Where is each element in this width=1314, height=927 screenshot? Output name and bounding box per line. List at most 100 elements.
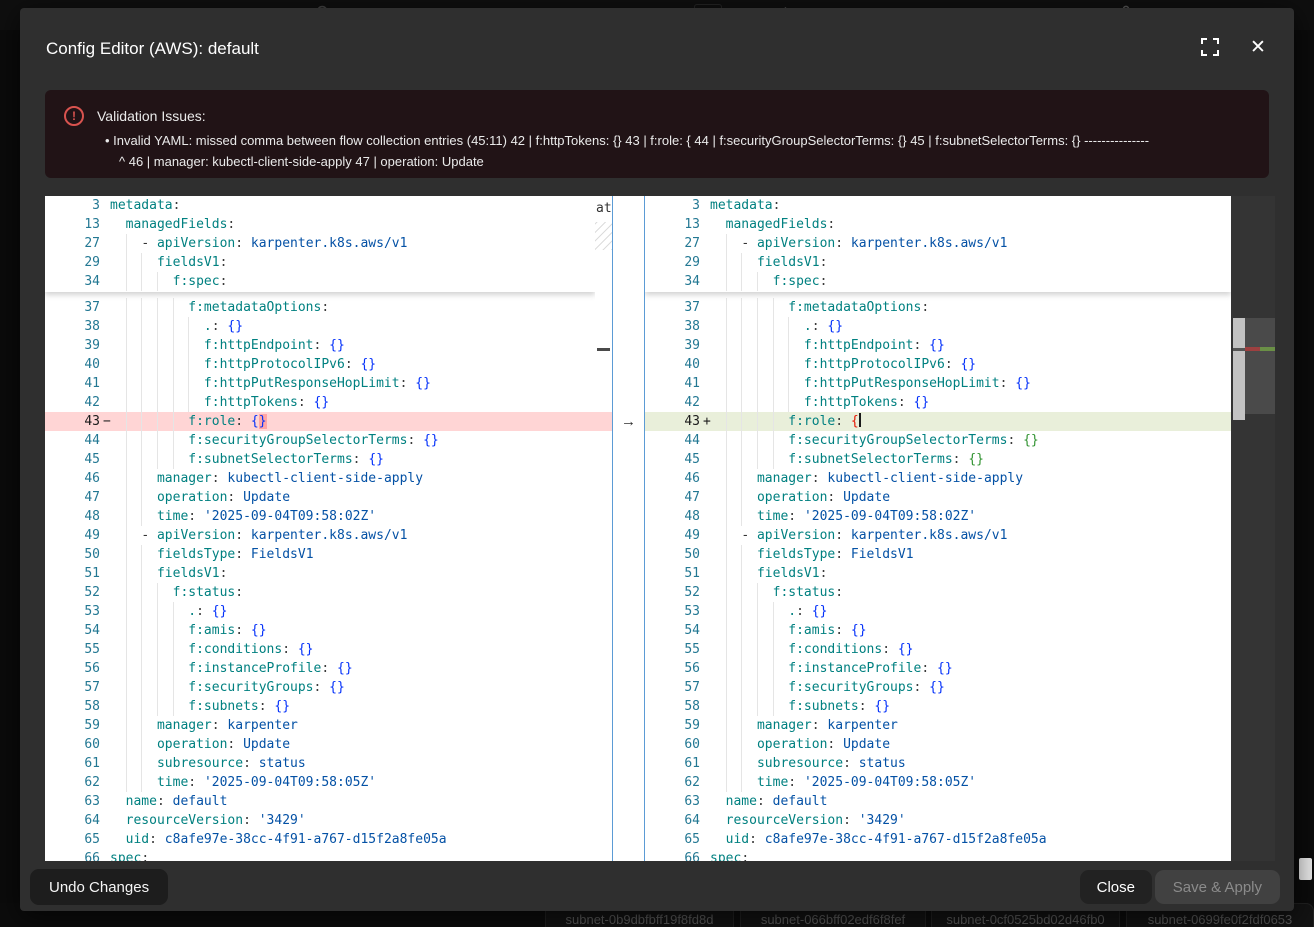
sticky-line[interactable]: 29 fieldsV1: [45, 253, 595, 272]
diff-marker [703, 234, 710, 253]
code-line[interactable]: 54 f:amis: {} [45, 621, 595, 640]
sticky-line[interactable]: 27 - apiVersion: karpenter.k8s.aws/v1 [645, 234, 1231, 253]
code-line[interactable]: 63 name: default [645, 792, 1231, 811]
code-line[interactable]: 43− f:role: {} [45, 412, 595, 431]
code-line[interactable]: 65 uid: c8afe97e-38cc-4f91-a767-d15f2a8f… [45, 830, 595, 849]
code-line[interactable]: 58 f:subnets: {} [645, 697, 1231, 716]
code-text: managedFields: [110, 215, 595, 234]
code-line[interactable]: 42 f:httpTokens: {} [45, 393, 595, 412]
code-line[interactable]: 39 f:httpEndpoint: {} [645, 336, 1231, 355]
code-line[interactable]: 52 f:status: [45, 583, 595, 602]
sticky-line[interactable]: 13 managedFields: [45, 215, 595, 234]
code-line[interactable]: 48 time: '2025-09-04T09:58:02Z' [45, 507, 595, 526]
code-line[interactable]: 48 time: '2025-09-04T09:58:02Z' [645, 507, 1231, 526]
sticky-line[interactable]: 34 f:spec: [45, 272, 595, 291]
diff-marker [103, 336, 110, 355]
code-line[interactable]: 41 f:httpPutResponseHopLimit: {} [45, 374, 595, 393]
code-rows-right[interactable]: 37 f:metadataOptions:38 .: {}39 f:httpEn… [645, 292, 1231, 861]
code-line[interactable]: 52 f:status: [645, 583, 1231, 602]
code-line[interactable]: 55 f:conditions: {} [45, 640, 595, 659]
code-text: f:role: { [710, 412, 1231, 431]
save-apply-button[interactable]: Save & Apply [1155, 870, 1280, 904]
revert-change-arrow-icon[interactable]: → [613, 412, 644, 431]
code-line[interactable]: 61 subresource: status [645, 754, 1231, 773]
code-line[interactable]: 42 f:httpTokens: {} [645, 393, 1231, 412]
code-line[interactable]: 37 f:metadataOptions: [45, 298, 595, 317]
sticky-line[interactable]: 27 - apiVersion: karpenter.k8s.aws/v1 [45, 234, 595, 253]
code-line[interactable]: 47 operation: Update [645, 488, 1231, 507]
code-line[interactable]: 44 f:securityGroupSelectorTerms: {} [45, 431, 595, 450]
code-line[interactable]: 44 f:securityGroupSelectorTerms: {} [645, 431, 1231, 450]
code-line[interactable]: 46 manager: kubectl-client-side-apply [45, 469, 595, 488]
code-text: manager: kubectl-client-side-apply [710, 469, 1231, 488]
sticky-line[interactable]: 13 managedFields: [645, 215, 1231, 234]
code-line[interactable]: 45 f:subnetSelectorTerms: {} [45, 450, 595, 469]
code-line[interactable]: 51 fieldsV1: [45, 564, 595, 583]
close-modal-button[interactable]: Close [1080, 870, 1152, 904]
code-line[interactable]: 38 .: {} [45, 317, 595, 336]
code-line[interactable]: 66spec: [645, 849, 1231, 861]
code-line[interactable]: 60 operation: Update [645, 735, 1231, 754]
diff-marker [703, 583, 710, 602]
diff-marker [103, 488, 110, 507]
code-line[interactable]: 43+ f:role: { [645, 412, 1231, 431]
code-line[interactable]: 60 operation: Update [45, 735, 595, 754]
code-line[interactable]: 59 manager: karpenter [645, 716, 1231, 735]
code-line[interactable]: 61 subresource: status [45, 754, 595, 773]
code-line[interactable]: 49 - apiVersion: karpenter.k8s.aws/v1 [45, 526, 595, 545]
line-number: 64 [645, 811, 703, 830]
diff-marker [703, 640, 710, 659]
code-text: f:role: {} [110, 412, 595, 431]
code-line[interactable]: 40 f:httpProtocolIPv6: {} [645, 355, 1231, 374]
sticky-line[interactable]: 3metadata: [45, 196, 595, 215]
code-line[interactable]: 66spec: [45, 849, 595, 861]
code-line[interactable]: 64 resourceVersion: '3429' [645, 811, 1231, 830]
scrollbar-slider[interactable] [1233, 318, 1245, 420]
code-line[interactable]: 54 f:amis: {} [645, 621, 1231, 640]
code-line[interactable]: 55 f:conditions: {} [645, 640, 1231, 659]
close-button[interactable]: ✕ [1248, 38, 1268, 58]
line-number: 60 [45, 735, 103, 754]
code-line[interactable]: 57 f:securityGroups: {} [645, 678, 1231, 697]
sticky-line[interactable]: 29 fieldsV1: [645, 253, 1231, 272]
line-number: 56 [645, 659, 703, 678]
diff-pane-original[interactable]: 3metadata:13 managedFields:27 - apiVersi… [45, 196, 595, 861]
sticky-line[interactable]: 34 f:spec: [645, 272, 1231, 291]
config-editor-modal: Config Editor (AWS): default ✕ ! Validat… [20, 8, 1294, 911]
code-line[interactable]: 50 fieldsType: FieldsV1 [45, 545, 595, 564]
code-line[interactable]: 56 f:instanceProfile: {} [645, 659, 1231, 678]
code-line[interactable]: 65 uid: c8afe97e-38cc-4f91-a767-d15f2a8f… [645, 830, 1231, 849]
code-line[interactable]: 50 fieldsType: FieldsV1 [645, 545, 1231, 564]
code-line[interactable]: 46 manager: kubectl-client-side-apply [645, 469, 1231, 488]
code-line[interactable]: 53 .: {} [45, 602, 595, 621]
diff-pane-modified[interactable]: 3metadata:13 managedFields:27 - apiVersi… [645, 196, 1231, 861]
code-line[interactable]: 62 time: '2025-09-04T09:58:05Z' [45, 773, 595, 792]
code-line[interactable]: 62 time: '2025-09-04T09:58:05Z' [645, 773, 1231, 792]
code-line[interactable]: 49 - apiVersion: karpenter.k8s.aws/v1 [645, 526, 1231, 545]
code-line[interactable]: 59 manager: karpenter [45, 716, 595, 735]
code-line[interactable]: 40 f:httpProtocolIPv6: {} [45, 355, 595, 374]
code-line[interactable]: 64 resourceVersion: '3429' [45, 811, 595, 830]
line-number: 54 [45, 621, 103, 640]
code-line[interactable]: 56 f:instanceProfile: {} [45, 659, 595, 678]
code-line[interactable]: 37 f:metadataOptions: [645, 298, 1231, 317]
code-line[interactable]: 57 f:securityGroups: {} [45, 678, 595, 697]
undo-changes-button[interactable]: Undo Changes [30, 869, 168, 905]
code-line[interactable]: 63 name: default [45, 792, 595, 811]
code-rows-left[interactable]: 37 f:metadataOptions:38 .: {}39 f:httpEn… [45, 292, 595, 861]
code-line[interactable]: 38 .: {} [645, 317, 1231, 336]
line-number: 65 [45, 830, 103, 849]
code-line[interactable]: 53 .: {} [645, 602, 1231, 621]
diff-sash[interactable]: → [612, 196, 645, 861]
sticky-line[interactable]: 3metadata: [645, 196, 1231, 215]
minimap-slider[interactable] [1245, 318, 1275, 414]
code-text: uid: c8afe97e-38cc-4f91-a767-d15f2a8fe05… [110, 830, 595, 849]
code-line[interactable]: 47 operation: Update [45, 488, 595, 507]
code-line[interactable]: 58 f:subnets: {} [45, 697, 595, 716]
code-line[interactable]: 45 f:subnetSelectorTerms: {} [645, 450, 1231, 469]
page-scrollbar[interactable] [1299, 858, 1312, 880]
code-line[interactable]: 41 f:httpPutResponseHopLimit: {} [645, 374, 1231, 393]
code-line[interactable]: 39 f:httpEndpoint: {} [45, 336, 595, 355]
fullscreen-button[interactable] [1200, 38, 1220, 58]
code-line[interactable]: 51 fieldsV1: [645, 564, 1231, 583]
